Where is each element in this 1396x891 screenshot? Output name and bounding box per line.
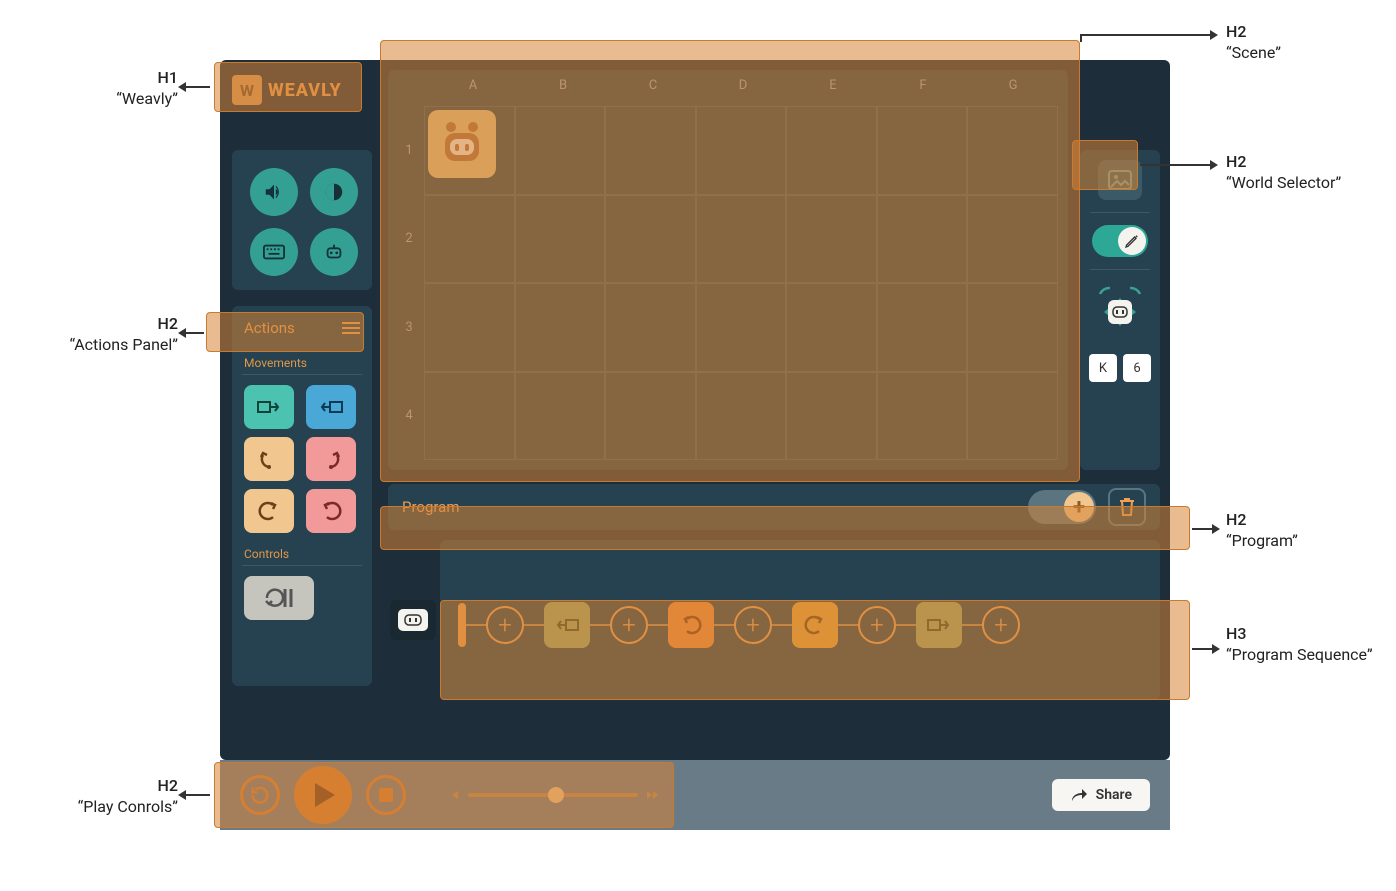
label-h2-world-selector: H2 “World Selector” <box>1226 152 1341 194</box>
actions-panel: Actions Movements Controls <box>232 306 372 686</box>
label-h3-program-sequence: H3 “Program Sequence” <box>1226 624 1373 666</box>
overlay-actions-panel <box>206 312 364 352</box>
arrow-head-right-icon <box>1210 30 1218 40</box>
overlay-play-controls <box>214 762 674 828</box>
keyboard-button[interactable] <box>250 228 298 276</box>
character-preview-toggle[interactable] <box>390 600 436 640</box>
share-button[interactable]: Share <box>1052 779 1150 811</box>
divider <box>1090 269 1150 270</box>
divider <box>242 565 362 566</box>
scene-controls-panel: K 6 <box>1080 150 1160 470</box>
movements-label: Movements <box>232 350 372 372</box>
arrow-head-left-icon <box>178 790 186 800</box>
robot-face-icon <box>398 609 428 631</box>
arrow <box>1140 164 1210 166</box>
loop-block[interactable] <box>244 576 314 620</box>
label-h2-scene: H2 “Scene” <box>1226 22 1281 64</box>
share-label: Share <box>1096 787 1132 803</box>
arrow <box>184 794 210 796</box>
character-dpad[interactable] <box>1090 282 1150 342</box>
turn-left-45-block[interactable] <box>244 437 294 481</box>
settings-panel <box>232 150 372 290</box>
overlay-program <box>380 506 1190 550</box>
pen-toggle[interactable] <box>1092 225 1148 257</box>
coord-col-input[interactable]: K <box>1089 354 1117 382</box>
label-h2-program: H2 “Program” <box>1226 510 1298 552</box>
backward-arrow-icon <box>318 397 344 417</box>
label-h1-weavly: H1 “Weavly” <box>108 68 178 110</box>
movement-blocks <box>232 381 372 541</box>
keyboard-icon <box>263 244 285 260</box>
label-h2-actions-panel: H2 “Actions Panel” <box>68 314 178 356</box>
turn-left-90-block[interactable] <box>244 489 294 533</box>
move-forward-block[interactable] <box>244 385 294 429</box>
loop-icon <box>259 585 299 611</box>
control-blocks <box>232 572 372 628</box>
arrow-head-left-icon <box>178 82 186 92</box>
arrow <box>184 332 204 334</box>
divider <box>1090 212 1150 213</box>
overlay-scene <box>380 40 1080 482</box>
divider <box>242 374 362 375</box>
contrast-button[interactable] <box>310 168 358 216</box>
overlay-world-selector <box>1072 140 1138 190</box>
turn-right-90-block[interactable] <box>306 489 356 533</box>
turn-left-icon <box>257 447 281 471</box>
turn-right-90-icon <box>319 499 343 523</box>
coord-inputs: K 6 <box>1089 354 1151 382</box>
robot-button[interactable] <box>310 228 358 276</box>
arrow-head-right-icon <box>1212 524 1220 534</box>
volume-icon <box>263 181 285 203</box>
forward-arrow-icon <box>256 397 282 417</box>
arrow <box>1192 528 1212 530</box>
share-icon <box>1070 787 1088 803</box>
arrow <box>1080 34 1210 36</box>
sound-button[interactable] <box>250 168 298 216</box>
robot-icon <box>323 241 345 263</box>
coord-row-input[interactable]: 6 <box>1123 354 1151 382</box>
arrow-head-left-icon <box>178 328 186 338</box>
controls-label: Controls <box>232 541 372 563</box>
arrow <box>1192 648 1212 650</box>
arrow-head-right-icon <box>1210 160 1218 170</box>
turn-right-45-block[interactable] <box>306 437 356 481</box>
dpad-center <box>1108 300 1132 324</box>
turn-right-icon <box>319 447 343 471</box>
move-backward-block[interactable] <box>306 385 356 429</box>
overlay-weavly <box>214 62 362 112</box>
contrast-icon <box>323 181 345 203</box>
overlay-program-sequence <box>440 600 1190 700</box>
arrow <box>184 86 210 88</box>
label-h2-play-controls: H2 “Play Conrols” <box>60 776 178 818</box>
pencil-icon <box>1124 233 1140 249</box>
turn-left-90-icon <box>257 499 281 523</box>
arrow-head-right-icon <box>1212 644 1220 654</box>
